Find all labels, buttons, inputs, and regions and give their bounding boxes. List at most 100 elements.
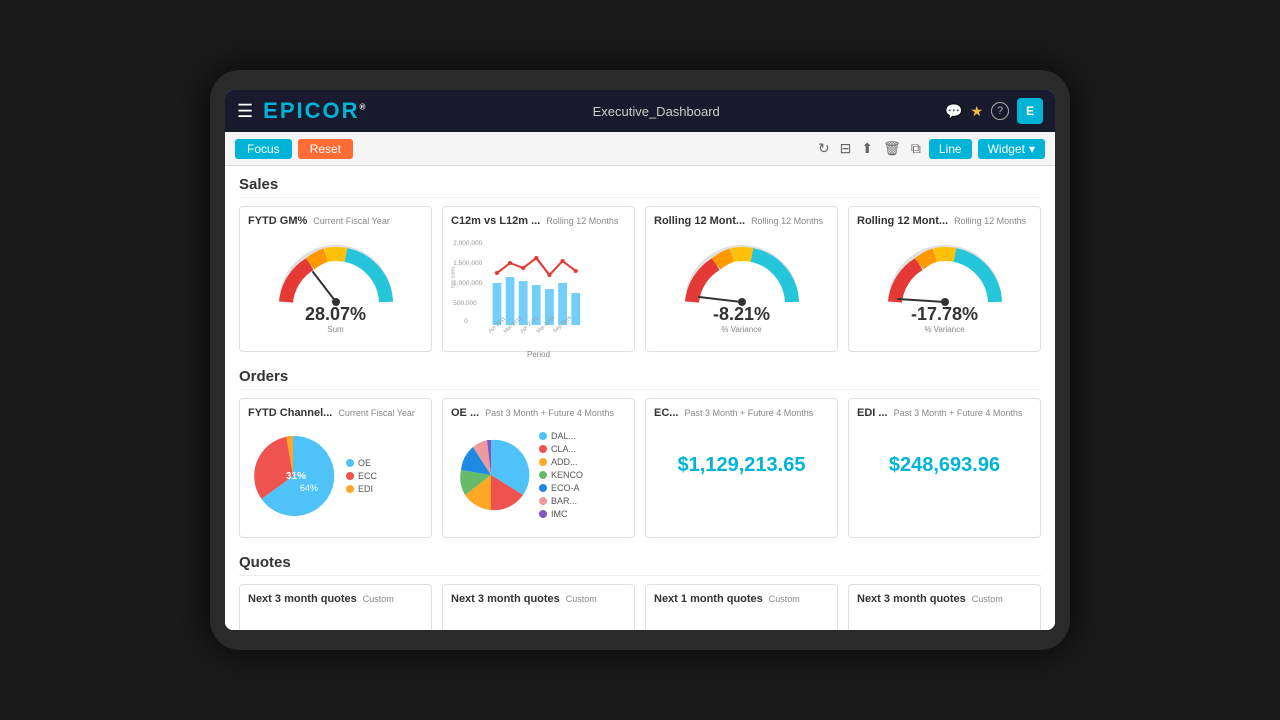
fytd-channel-widget: FYTD Channel... Current Fiscal Year: [239, 398, 432, 538]
reset-button[interactable]: Reset: [298, 139, 353, 159]
legend-ecoa: ECO-A: [539, 483, 583, 493]
quote-1-card: Next 3 month quotes Custom: [239, 584, 432, 630]
edi-widget: EDI ... Past 3 Month + Future 4 Months $…: [848, 398, 1041, 538]
svg-text:Net Sales: Net Sales: [451, 266, 456, 288]
svg-text:64%: 64%: [300, 483, 318, 493]
screen: ☰ EPICOR® Executive_Dashboard 💬 ★ ? E Fo…: [225, 90, 1055, 630]
ec-title: EC...: [654, 407, 678, 419]
rolling12-1-gauge: -8.21% % Variance: [654, 233, 829, 338]
rolling12-2-svg: [880, 237, 1010, 312]
refresh-icon[interactable]: ↻: [816, 138, 832, 159]
quote-2-title: Next 3 month quotes: [451, 593, 560, 605]
rolling12-2-widget: Rolling 12 Mont... Rolling 12 Months: [848, 206, 1041, 352]
c12m-title: C12m vs L12m ...: [451, 215, 540, 227]
legend-cla: CLA...: [539, 444, 583, 454]
fytd-gm-gauge: 28.07% Sum: [248, 233, 423, 338]
ec-widget: EC... Past 3 Month + Future 4 Months $1,…: [645, 398, 838, 538]
copy-icon[interactable]: ⧉: [909, 138, 923, 159]
oe-pie-svg: [451, 435, 531, 515]
quote-1-subtitle: Custom: [363, 594, 394, 604]
rolling12-2-gauge: -17.78% % Variance: [857, 233, 1032, 338]
sales-widgets-row: FYTD GM% Current Fiscal Year: [239, 206, 1041, 352]
quotes-section-title: Quotes: [239, 554, 1041, 576]
logo: EPICOR®: [263, 98, 367, 124]
svg-text:1,500,000: 1,500,000: [453, 260, 483, 267]
fytd-gm-gauge-svg: [271, 237, 401, 312]
ec-subtitle: Past 3 Month + Future 4 Months: [684, 408, 813, 418]
svg-text:2,000,000: 2,000,000: [453, 240, 483, 247]
rolling12-1-widget: Rolling 12 Mont... Rolling 12 Months: [645, 206, 838, 352]
legend-imc: IMC: [539, 509, 583, 519]
quote-2-card: Next 3 month quotes Custom: [442, 584, 635, 630]
oe-title: OE ...: [451, 407, 479, 419]
users-icon[interactable]: ⬆: [859, 138, 875, 159]
oe-widget: OE ... Past 3 Month + Future 4 Months: [442, 398, 635, 538]
menu-icon[interactable]: ☰: [237, 101, 253, 122]
legend-oe: OE: [346, 458, 377, 468]
quote-3-header: Next 1 month quotes Custom: [654, 593, 829, 605]
c12m-widget: C12m vs L12m ... Rolling 12 Months 2,000…: [442, 206, 635, 352]
quote-1-title: Next 3 month quotes: [248, 593, 357, 605]
quotes-row: Next 3 month quotes Custom Next 3 month …: [239, 584, 1041, 630]
line-button[interactable]: Line: [929, 139, 972, 159]
tablet-frame: ☰ EPICOR® Executive_Dashboard 💬 ★ ? E Fo…: [210, 70, 1070, 650]
fytd-channel-pie-svg: 31% 64%: [248, 431, 338, 521]
save-icon[interactable]: ⊟: [838, 138, 854, 159]
oe-legend: DAL... CLA... ADD...: [539, 431, 583, 519]
quote-3-subtitle: Custom: [769, 594, 800, 604]
c12m-subtitle: Rolling 12 Months: [546, 216, 618, 226]
legend-bar: BAR...: [539, 496, 583, 506]
star-icon[interactable]: ★: [970, 103, 983, 120]
edi-title: EDI ...: [857, 407, 888, 419]
quote-4-header: Next 3 month quotes Custom: [857, 593, 1032, 605]
c12m-chart-svg: 2,000,000 1,500,000 1,000,000 500,000 0 …: [451, 233, 626, 343]
legend-kenco: KENCO: [539, 470, 583, 480]
rolling12-1-subtitle: Rolling 12 Months: [751, 216, 823, 226]
header: ☰ EPICOR® Executive_Dashboard 💬 ★ ? E: [225, 90, 1055, 132]
legend-dal: DAL...: [539, 431, 583, 441]
svg-text:31%: 31%: [286, 471, 306, 482]
rolling12-1-svg: [677, 237, 807, 312]
orders-section-title: Orders: [239, 368, 1041, 390]
oe-pie: DAL... CLA... ADD...: [451, 425, 626, 525]
svg-text:0: 0: [464, 318, 468, 325]
rolling12-1-label: % Variance: [721, 325, 761, 334]
c12m-chart: 2,000,000 1,500,000 1,000,000 500,000 0 …: [451, 233, 626, 343]
fytd-channel-title: FYTD Channel...: [248, 407, 332, 419]
rolling12-2-label: % Variance: [924, 325, 964, 334]
header-title: Executive_Dashboard: [367, 104, 945, 119]
orders-widgets-row: FYTD Channel... Current Fiscal Year: [239, 398, 1041, 538]
help-icon[interactable]: ?: [991, 102, 1009, 120]
toolbar: Focus Reset ↻ ⊟ ⬆ 🗑 ⧉ Line Widget ▾: [225, 132, 1055, 166]
legend-edi-dot: [346, 485, 354, 493]
focus-button[interactable]: Focus: [235, 139, 292, 159]
quote-3-card: Next 1 month quotes Custom: [645, 584, 838, 630]
c12m-x-label: Period: [451, 350, 626, 359]
rolling12-1-value: -8.21%: [713, 304, 770, 325]
edi-value: $248,693.96: [857, 425, 1032, 505]
fytd-gm-subtitle: Current Fiscal Year: [313, 216, 390, 226]
fytd-channel-pie: 31% 64% OE ECC: [248, 425, 423, 527]
quote-4-card: Next 3 month quotes Custom: [848, 584, 1041, 630]
fytd-gm-value: 28.07%: [305, 304, 366, 325]
chat-icon[interactable]: 💬: [945, 103, 962, 120]
legend-ecc: ECC: [346, 471, 377, 481]
quote-3-title: Next 1 month quotes: [654, 593, 763, 605]
delete-icon[interactable]: 🗑: [881, 138, 903, 159]
fytd-channel-subtitle: Current Fiscal Year: [338, 408, 415, 418]
legend-edi: EDI: [346, 484, 377, 494]
legend-add: ADD...: [539, 457, 583, 467]
ec-value: $1,129,213.65: [654, 425, 829, 505]
widget-button[interactable]: Widget ▾: [978, 139, 1045, 159]
rolling12-2-title: Rolling 12 Mont...: [857, 215, 948, 227]
fytd-channel-legend: OE ECC EDI: [346, 458, 377, 494]
user-button[interactable]: E: [1017, 98, 1043, 124]
fytd-gm-widget: FYTD GM% Current Fiscal Year: [239, 206, 432, 352]
oe-subtitle: Past 3 Month + Future 4 Months: [485, 408, 614, 418]
quote-2-subtitle: Custom: [566, 594, 597, 604]
svg-text:500,000: 500,000: [453, 300, 477, 307]
rolling12-2-value: -17.78%: [911, 304, 978, 325]
sales-section-title: Sales: [239, 176, 1041, 198]
legend-ecc-dot: [346, 472, 354, 480]
fytd-gm-title: FYTD GM%: [248, 215, 307, 227]
